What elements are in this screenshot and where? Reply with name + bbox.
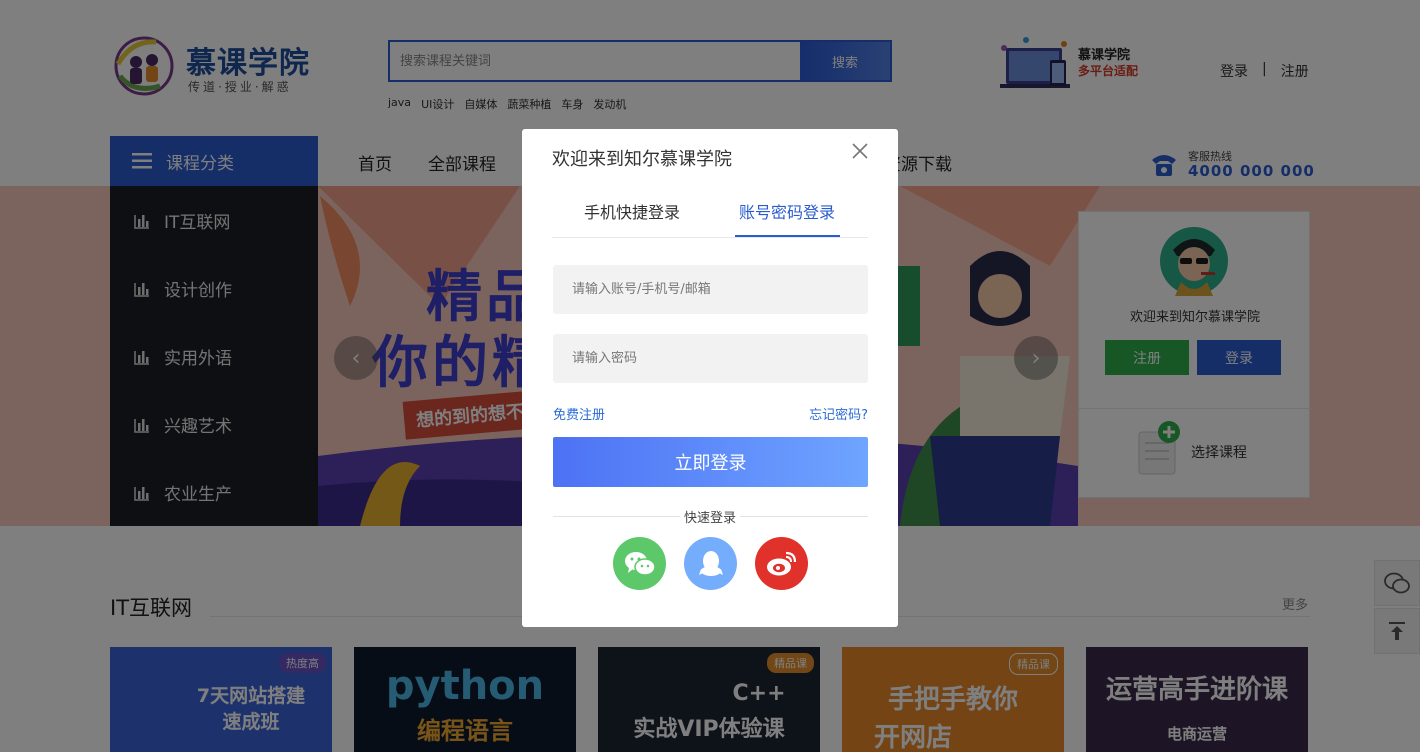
close-icon[interactable] <box>850 141 870 161</box>
free-register-link[interactable]: 免费注册 <box>553 404 605 423</box>
active-tab-indicator <box>735 235 840 237</box>
weibo-login-button[interactable] <box>755 537 808 590</box>
weibo-icon <box>766 551 796 575</box>
tab-account-login[interactable]: 账号密码登录 <box>739 199 835 223</box>
quick-login-label-wrap: 快速登录 <box>522 507 898 526</box>
qq-login-button[interactable] <box>684 537 737 590</box>
modal-title: 欢迎来到知尔慕课学院 <box>552 149 732 170</box>
quick-login-label: 快速登录 <box>679 511 740 526</box>
account-input[interactable] <box>553 265 868 314</box>
wechat-icon <box>624 551 656 576</box>
forgot-password-link[interactable]: 忘记密码? <box>809 404 868 423</box>
login-button[interactable]: 立即登录 <box>553 437 868 487</box>
tab-phone-login[interactable]: 手机快捷登录 <box>584 199 680 223</box>
password-input[interactable] <box>553 334 868 383</box>
login-tabs: 手机快捷登录 账号密码登录 <box>552 189 868 238</box>
wechat-login-button[interactable] <box>613 537 666 590</box>
login-modal: 欢迎来到知尔慕课学院 手机快捷登录 账号密码登录 免费注册 忘记密码? 立即登录… <box>522 129 898 627</box>
qq-icon <box>698 550 723 576</box>
